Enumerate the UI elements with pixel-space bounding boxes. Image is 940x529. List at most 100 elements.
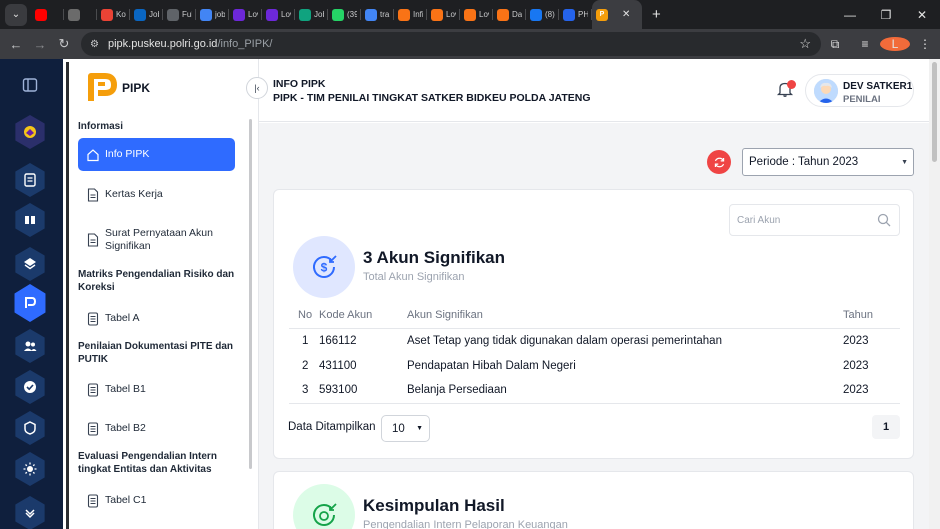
browser-tab[interactable] <box>64 0 97 29</box>
media-icon[interactable]: ≡ <box>850 37 880 51</box>
sidebar-item-info-pipk[interactable]: Info PIPK <box>78 138 235 171</box>
new-tab-button[interactable]: + <box>652 6 661 23</box>
url-host: pipk.puskeu.polri.go.id <box>107 38 218 50</box>
main-content: Periode : Tahun 2023 ▼ Cari Akun $ 3 Aku… <box>259 123 929 529</box>
forward-icon[interactable]: → <box>28 37 52 52</box>
page-scrollbar-thumb[interactable] <box>932 62 937 162</box>
col-akun-signifikan: Akun Signifikan <box>407 303 843 329</box>
tab-search-icon[interactable]: ⌄ <box>5 3 27 26</box>
rail-toggle-icon[interactable] <box>12 67 48 103</box>
rail-pipk-icon[interactable] <box>12 284 48 322</box>
youtube-icon <box>35 8 47 21</box>
browser-tab[interactable]: Job <box>295 0 328 29</box>
back-icon[interactable]: ← <box>4 37 28 52</box>
rail-users-icon[interactable] <box>12 328 48 364</box>
browser-tab[interactable]: Da: <box>493 0 526 29</box>
tab-title: Lov <box>446 10 456 19</box>
sidebar-item-tabel-c1[interactable]: Tabel C1 <box>78 484 235 517</box>
browser-tab[interactable]: Lov <box>427 0 460 29</box>
browser-menu-icon[interactable]: ⋮ <box>910 37 940 51</box>
chevron-down-icon: ▼ <box>901 159 908 166</box>
rail-shield-icon[interactable] <box>12 410 48 446</box>
page-scrollbar[interactable] <box>929 59 940 529</box>
rail-layers-icon[interactable] <box>12 246 48 282</box>
browser-tab[interactable]: (8) <box>526 0 559 29</box>
conclusion-icon <box>293 484 355 529</box>
window-controls: — ❐ ✕ <box>832 0 940 29</box>
browser-tab[interactable]: Lov <box>229 0 262 29</box>
search-input[interactable]: Cari Akun <box>729 204 900 236</box>
bookmark-star-icon[interactable]: ☆ <box>799 36 811 52</box>
table-row: 2 431100 Pendapatan Hibah Dalam Negeri 2… <box>289 353 900 378</box>
rail-sun-icon[interactable] <box>12 451 48 487</box>
browser-tab[interactable]: Infi <box>394 0 427 29</box>
user-role: PENILAI <box>843 94 881 105</box>
sidebar-item-tabel-a[interactable]: Tabel A <box>78 302 235 335</box>
refresh-button[interactable] <box>707 150 731 174</box>
sidebar-item-surat-pernyataan[interactable]: Surat Pernyataan Akun Signifikan <box>78 222 235 262</box>
section-informasi: Informasi <box>78 121 124 132</box>
browser-tab[interactable]: Kot <box>97 0 130 29</box>
accounts-table: No Kode Akun Akun Signifikan Tahun 1 166… <box>289 303 900 404</box>
user-menu[interactable]: DEV SATKER1 PENILAI <box>805 74 914 107</box>
tab-title: Job <box>314 10 324 19</box>
url-field[interactable]: ⚙ pipk.puskeu.polri.go.id/info_PIPK/ ☆ <box>81 32 821 56</box>
maximize-icon[interactable]: ❐ <box>868 8 904 22</box>
tab-title: Lov <box>248 10 258 19</box>
close-window-icon[interactable]: ✕ <box>904 8 940 22</box>
browser-tab[interactable]: PH <box>559 0 592 29</box>
section-matriks: Matriks Pengendalian Risiko dan Koreksi <box>78 269 235 293</box>
close-tab-icon[interactable]: ✕ <box>622 9 630 20</box>
reload-icon[interactable]: ↻ <box>52 36 76 52</box>
avatar <box>814 79 838 103</box>
browser-tab[interactable]: Lov <box>460 0 493 29</box>
cell-kode: 431100 <box>319 359 357 372</box>
url-path: /info_PIPK/ <box>217 38 273 50</box>
table-icon <box>87 421 99 436</box>
star-icon <box>398 8 410 21</box>
cell-no: 2 <box>302 359 309 372</box>
svg-text:$: $ <box>321 261 328 275</box>
page-header: INFO PIPK PIPK - TIM PENILAI TINGKAT SAT… <box>259 59 929 122</box>
site-info-icon[interactable]: ⚙ <box>90 39 99 50</box>
tab-list: Kot Job Ful job Lov Lov Job (39 tra Infi Lov Lov Da:… <box>31 0 592 29</box>
brand-name: PIPK <box>122 81 151 95</box>
pagination-page-1[interactable]: 1 <box>872 415 900 439</box>
significant-accounts-card: Cari Akun $ 3 Akun Signifikan Total Akun… <box>273 189 914 459</box>
linkedin-icon <box>134 8 146 21</box>
page-subtitle: PIPK - TIM PENILAI TINGKAT SATKER BIDKEU… <box>273 92 591 104</box>
pipk-tab-icon: P <box>596 8 608 21</box>
cell-no: 1 <box>302 334 309 347</box>
rail-expand-icon[interactable] <box>12 495 48 529</box>
sidebar-item-tabel-b2[interactable]: Tabel B2 <box>78 412 235 445</box>
cell-akun: Pendapatan Hibah Dalam Negeri <box>407 359 576 372</box>
section-evaluasi: Evaluasi Pengendalian Intern tingkat Ent… <box>78 451 217 475</box>
collapse-sidebar-button[interactable]: |‹ <box>246 77 268 99</box>
rail-check-icon[interactable] <box>12 369 48 405</box>
star-icon <box>431 8 443 21</box>
cell-no: 3 <box>289 378 319 404</box>
sidebar-item-kertas-kerja[interactable]: Kertas Kerja <box>78 178 235 211</box>
browser-tab[interactable]: Lov <box>262 0 295 29</box>
cell-kode: 166112 <box>319 334 357 347</box>
browser-tab[interactable]: Job <box>130 0 163 29</box>
browser-tab[interactable]: (39 <box>328 0 361 29</box>
rail-document-icon[interactable] <box>12 162 48 198</box>
browser-tab[interactable]: tra <box>361 0 394 29</box>
sidebar-item-tabel-b1[interactable]: Tabel B1 <box>78 373 235 406</box>
active-tab[interactable]: P ✕ <box>592 0 642 29</box>
tab-title: (8) <box>545 10 555 19</box>
tab-title: Lov <box>479 10 489 19</box>
browser-tab[interactable]: Ful <box>163 0 196 29</box>
extensions-icon[interactable]: ⧉ <box>820 37 850 52</box>
rail-book-icon[interactable] <box>12 202 48 238</box>
per-page-select[interactable]: 10 ▼ <box>381 415 430 442</box>
period-select[interactable]: Periode : Tahun 2023 ▼ <box>742 148 914 176</box>
browser-tab[interactable] <box>31 0 64 29</box>
browser-tab[interactable]: job <box>196 0 229 29</box>
profile-button[interactable]: L <box>880 37 910 51</box>
conclusion-subtitle: Pengendalian Intern Pelaporan Keuangan <box>363 519 568 529</box>
sidebar-scrollbar[interactable] <box>249 119 252 469</box>
app-icon-rail <box>0 59 63 529</box>
minimize-icon[interactable]: — <box>832 8 868 22</box>
